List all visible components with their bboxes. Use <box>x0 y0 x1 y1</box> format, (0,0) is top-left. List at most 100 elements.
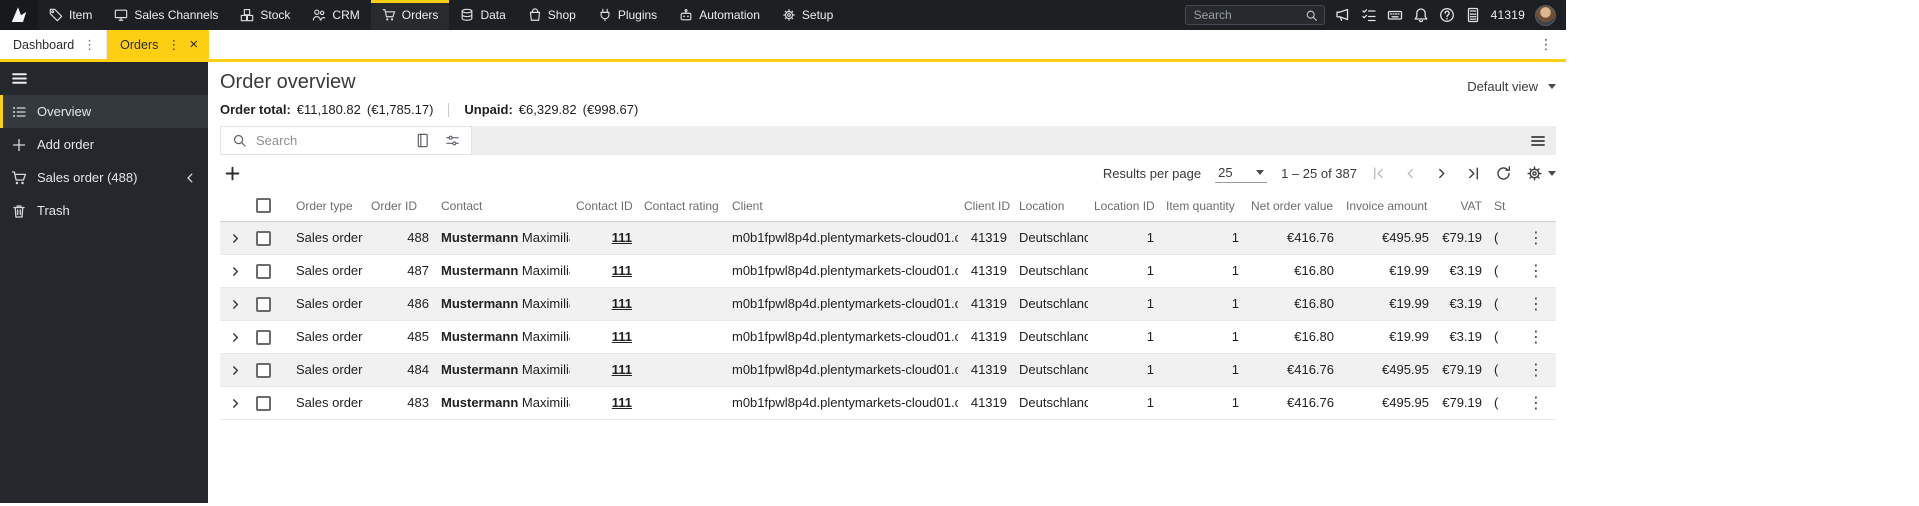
row-checkbox[interactable] <box>256 362 271 378</box>
cell-expand[interactable] <box>220 254 250 288</box>
sidebar-item-add-order[interactable]: Add order <box>0 128 208 161</box>
row-checkbox[interactable] <box>256 395 271 411</box>
table-row[interactable]: Sales order488Mustermann Maximilian 111 m0… <box>220 221 1556 255</box>
column-header-contact_id[interactable]: Contact ID <box>570 191 638 222</box>
column-header-vat[interactable]: VAT <box>1435 191 1488 222</box>
refresh-icon[interactable] <box>1495 165 1512 182</box>
cell-expand[interactable] <box>220 353 250 387</box>
row-menu-icon[interactable]: ⋮ <box>1528 395 1544 412</box>
row-checkbox[interactable] <box>256 329 271 345</box>
cell-status: ( <box>1488 221 1516 255</box>
tab-close-icon[interactable]: × <box>189 37 198 52</box>
menu-item-orders[interactable]: Orders <box>370 0 450 30</box>
column-header-status[interactable]: St <box>1488 191 1516 222</box>
cell-contact_rating <box>638 287 726 321</box>
column-header-invoice_amount[interactable]: Invoice amount <box>1340 191 1435 222</box>
contact-id-link[interactable]: 111 <box>612 362 632 377</box>
notifications-bell-icon[interactable] <box>1413 7 1429 23</box>
contact-id-link[interactable]: 111 <box>612 296 632 311</box>
cell-expand[interactable] <box>220 221 250 255</box>
table-row[interactable]: Sales order487Mustermann Maximilian 111 m0… <box>220 254 1556 288</box>
contact-id-link[interactable]: 111 <box>612 395 632 410</box>
tab-menu-icon[interactable]: ⋮ <box>83 37 96 53</box>
results-per-page-select[interactable]: 25 <box>1215 163 1268 183</box>
row-checkbox[interactable] <box>256 263 271 279</box>
select-all-checkbox[interactable] <box>256 198 271 214</box>
tasks-icon[interactable] <box>1361 7 1377 23</box>
sidebar-item-sales-order[interactable]: Sales order (488) <box>0 161 208 194</box>
megaphone-icon[interactable] <box>1335 7 1351 23</box>
menu-item-label: Automation <box>699 8 760 22</box>
keyboard-icon[interactable] <box>1387 7 1403 23</box>
sidebar-item-label: Overview <box>37 104 92 119</box>
user-avatar[interactable] <box>1535 4 1556 26</box>
contact-id-link[interactable]: 111 <box>612 329 632 344</box>
column-header-client_id[interactable]: Client ID <box>958 191 1013 222</box>
calculator-icon[interactable] <box>1465 7 1481 23</box>
column-header-order_id[interactable]: Order ID <box>365 191 435 222</box>
view-list-icon[interactable] <box>1530 133 1556 149</box>
unpaid-label: Unpaid: <box>464 102 513 117</box>
menu-item-stock[interactable]: Stock <box>229 0 301 30</box>
global-search-input[interactable] <box>1193 8 1301 22</box>
menu-item-automation[interactable]: Automation <box>668 0 771 30</box>
contact-id-link[interactable]: 111 <box>612 230 632 245</box>
previous-page-icon[interactable] <box>1402 165 1419 182</box>
table-settings-button[interactable] <box>1526 165 1556 182</box>
column-header-contact[interactable]: Contact <box>435 191 570 222</box>
cell-menu: ⋮ <box>1516 221 1556 255</box>
menu-item-data[interactable]: Data <box>449 0 516 30</box>
view-selector[interactable]: Default view <box>1467 79 1556 94</box>
menu-item-plugins[interactable]: Plugins <box>587 0 668 30</box>
chevron-right-icon <box>232 299 238 309</box>
main-menu: Item Sales Channels Stock CRM Orders Dat… <box>38 0 844 30</box>
cell-expand[interactable] <box>220 320 250 354</box>
column-header-location_id[interactable]: Location ID <box>1088 191 1160 222</box>
tab-dashboard[interactable]: Dashboard ⋮ <box>0 30 108 59</box>
sidebar-item-trash[interactable]: Trash <box>0 194 208 227</box>
menu-item-shop[interactable]: Shop <box>517 0 587 30</box>
table-search-input[interactable] <box>256 133 406 148</box>
sidebar-item-overview[interactable]: Overview <box>0 95 208 128</box>
next-page-icon[interactable] <box>1433 165 1450 182</box>
tab-menu-icon[interactable]: ⋮ <box>167 37 180 53</box>
book-icon[interactable] <box>415 132 430 150</box>
column-header-client[interactable]: Client <box>726 191 958 222</box>
row-menu-icon[interactable]: ⋮ <box>1528 296 1544 313</box>
table-row[interactable]: Sales order486Mustermann Maximilian 111 m0… <box>220 287 1556 321</box>
chevron-left-icon[interactable] <box>182 169 198 186</box>
tab-orders[interactable]: Orders ⋮ × <box>107 30 210 59</box>
cell-invoice_amount: €19.99 <box>1340 287 1435 321</box>
menu-item-sales-channels[interactable]: Sales Channels <box>103 0 229 30</box>
cell-item_quantity: 1 <box>1160 320 1245 354</box>
sidebar-collapse-button[interactable] <box>0 62 208 95</box>
row-checkbox[interactable] <box>256 296 271 312</box>
column-header-order_type[interactable]: Order type <box>290 191 365 222</box>
table-row[interactable]: Sales order483Mustermann Maximilian 111 m0… <box>220 386 1556 420</box>
column-header-location[interactable]: Location <box>1013 191 1088 222</box>
menu-item-item[interactable]: Item <box>38 0 103 30</box>
help-icon[interactable] <box>1439 7 1455 23</box>
column-header-net_order_value[interactable]: Net order value <box>1245 191 1340 222</box>
table-row[interactable]: Sales order485Mustermann Maximilian 111 m0… <box>220 320 1556 354</box>
tab-bar-overflow-icon[interactable]: ⋮ <box>1526 30 1566 59</box>
last-page-icon[interactable] <box>1464 165 1481 182</box>
plentymarkets-logo[interactable] <box>0 0 38 30</box>
cell-contact: Mustermann Maximilian <box>435 221 570 255</box>
row-checkbox[interactable] <box>256 230 271 246</box>
row-menu-icon[interactable]: ⋮ <box>1528 230 1544 247</box>
cell-expand[interactable] <box>220 386 250 420</box>
menu-item-setup[interactable]: Setup <box>771 0 844 30</box>
first-page-icon[interactable] <box>1371 165 1388 182</box>
filter-sliders-icon[interactable] <box>445 132 460 150</box>
contact-id-link[interactable]: 111 <box>612 263 632 278</box>
menu-item-crm[interactable]: CRM <box>301 0 370 30</box>
column-header-contact_rating[interactable]: Contact rating <box>638 191 726 222</box>
row-menu-icon[interactable]: ⋮ <box>1528 329 1544 346</box>
row-menu-icon[interactable]: ⋮ <box>1528 362 1544 379</box>
column-header-item_quantity[interactable]: Item quantity <box>1160 191 1245 222</box>
add-order-button[interactable] <box>224 165 241 182</box>
cell-expand[interactable] <box>220 287 250 321</box>
row-menu-icon[interactable]: ⋮ <box>1528 263 1544 280</box>
table-row[interactable]: Sales order484Mustermann Maximilian 111 m0… <box>220 353 1556 387</box>
